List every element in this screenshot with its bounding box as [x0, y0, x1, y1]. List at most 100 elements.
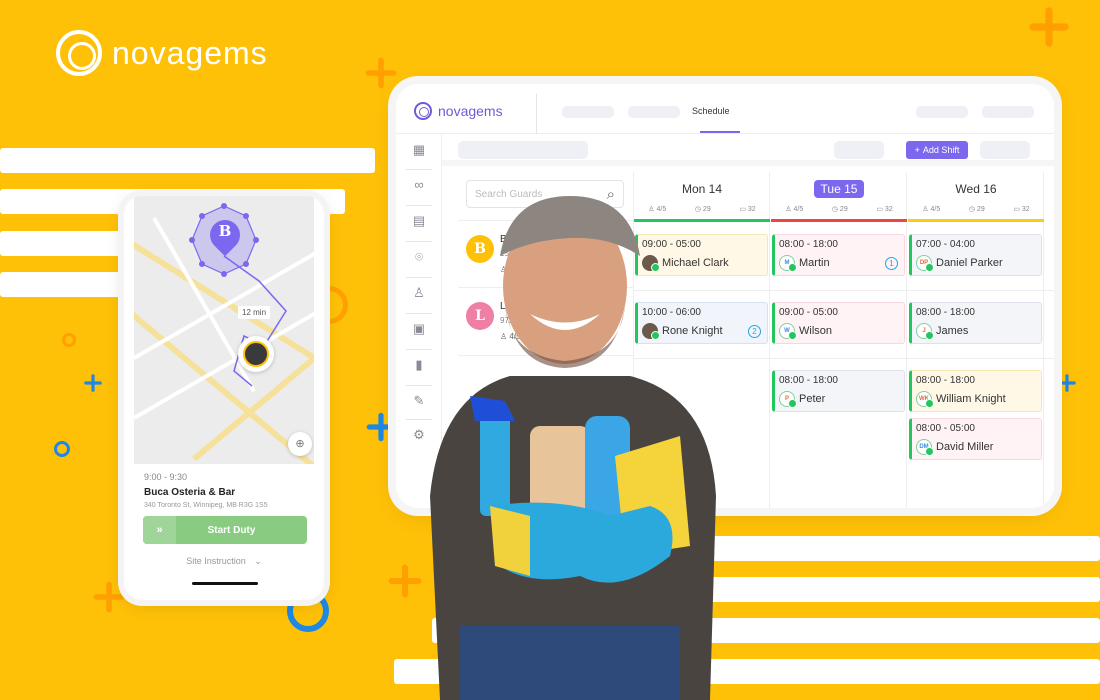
- guard-initials-avatar: DP: [916, 255, 934, 272]
- day-label-text: Wed 16: [955, 182, 997, 196]
- dashboard-icon[interactable]: ▦: [411, 142, 427, 158]
- map-view[interactable]: B 12 min ⊕: [134, 196, 314, 464]
- day-label-text: Mon 14: [681, 182, 723, 196]
- pin-letter: B: [218, 222, 232, 240]
- shift-count: ▭ 32: [739, 205, 755, 213]
- shift-count-value: 32: [884, 206, 893, 213]
- shift-count-value: 32: [747, 206, 756, 213]
- mobile-phone-mockup: B 12 min ⊕ 9:00 - 9:30 Buca Osteria & Ba…: [124, 196, 324, 600]
- sparkle-icon: [366, 412, 396, 442]
- guard-name: Martin: [799, 257, 830, 269]
- eta-label: 12 min: [238, 306, 271, 319]
- add-shift-label: Add Shift: [922, 145, 960, 155]
- tab-schedule[interactable]: Schedule: [692, 106, 730, 116]
- binoculars-icon[interactable]: ∞: [411, 177, 427, 193]
- nav-tab-placeholder[interactable]: [628, 106, 680, 118]
- filter-placeholder[interactable]: [458, 141, 588, 159]
- decor-bar: [700, 536, 1100, 561]
- staff-count: ♙ 4/5: [785, 205, 803, 213]
- shift-time: 08:00 - 18:00: [916, 375, 975, 386]
- staff-count-value: 4/5: [930, 206, 941, 213]
- decor-ring: [62, 333, 76, 347]
- shift-card[interactable]: 08:00 - 18:00 P Peter: [772, 370, 905, 412]
- header-placeholder[interactable]: [916, 106, 968, 118]
- day-label: Wed 16: [908, 182, 1044, 196]
- recenter-button[interactable]: ⊕: [288, 432, 312, 456]
- brand-name: novagems: [112, 34, 268, 71]
- toolbar-placeholder[interactable]: [980, 141, 1030, 159]
- staff-count: ♙ 4/5: [922, 205, 940, 213]
- calendar-icon: ▭: [876, 206, 883, 213]
- sparkle-icon: [1029, 7, 1069, 47]
- site-name: Buca Osteria & Bar: [144, 487, 236, 498]
- guard-initials-avatar: W: [779, 323, 797, 340]
- guard-location-avatar: [238, 336, 274, 372]
- hours-count: ◷ 29: [969, 205, 985, 213]
- day-header[interactable]: Tue 15 ♙ 4/5 ◷ 29 ▭ 32: [771, 172, 907, 222]
- clock-icon: ◷: [831, 206, 838, 213]
- user-icon: ♙: [922, 206, 929, 213]
- shift-time: 07:00 - 04:00: [916, 239, 975, 250]
- shift-time: 09:00 - 05:00: [779, 307, 838, 318]
- shift-card[interactable]: 09:00 - 05:00 W Wilson: [772, 302, 905, 344]
- site-instruction-label: Site Instruction: [186, 556, 246, 566]
- sparkle-icon: [1058, 374, 1076, 392]
- calendar-icon: ▭: [739, 206, 746, 213]
- shift-card[interactable]: 07:00 - 04:00 DP Daniel Parker: [909, 234, 1042, 276]
- sparkle-icon: [93, 581, 125, 613]
- start-duty-button[interactable]: » Start Duty: [143, 516, 307, 544]
- guard-name: Peter: [799, 393, 826, 405]
- day-stats: ♙ 4/5 ◷ 29 ▭ 32: [771, 205, 907, 213]
- logo-icon: [56, 30, 102, 76]
- decor-bar: [0, 148, 375, 173]
- guard-initials-avatar: M: [779, 255, 797, 272]
- shift-time: 08:00 - 05:00: [916, 423, 975, 434]
- site-address: 340 Toronto St, Winnipeg, MB R3G 1S5: [144, 502, 268, 509]
- shift-count-value: 32: [1021, 206, 1030, 213]
- app-header: novagems Schedule: [396, 84, 1054, 134]
- plus-icon: +: [914, 145, 920, 155]
- add-shift-button[interactable]: + Add Shift: [906, 141, 968, 159]
- shift-card[interactable]: 08:00 - 05:00 DM David Miller: [909, 418, 1042, 460]
- double-chevron-icon: »: [143, 516, 176, 544]
- shift-card[interactable]: 08:00 - 18:00 J James: [909, 302, 1042, 344]
- shift-card[interactable]: 08:00 - 18:00 WK William Knight: [909, 370, 1042, 412]
- notification-badge[interactable]: 1: [885, 257, 898, 270]
- decor-bar: [0, 272, 130, 297]
- toolbar-placeholder[interactable]: [834, 141, 884, 159]
- home-indicator: [192, 582, 258, 585]
- hours-value: 29: [976, 206, 985, 213]
- day-stats: ♙ 4/5 ◷ 29 ▭ 32: [908, 205, 1044, 213]
- nav-tab-placeholder[interactable]: [562, 106, 614, 118]
- guard-initials-avatar: J: [916, 323, 934, 340]
- day-header[interactable]: Wed 16 ♙ 4/5 ◷ 29 ▭ 32: [908, 172, 1044, 222]
- cleaner-person-image: [430, 196, 716, 700]
- day-label: Mon 14: [634, 182, 770, 196]
- day-label-text: Tue 15: [813, 180, 865, 198]
- app-logo-text: novagems: [438, 103, 503, 119]
- site-instruction-toggle[interactable]: Site Instruction ⌄: [124, 556, 324, 567]
- guard-name: Daniel Parker: [936, 257, 1003, 269]
- header-placeholder[interactable]: [982, 106, 1034, 118]
- day-label: Tue 15: [771, 180, 907, 198]
- decor-ring: [54, 441, 70, 457]
- shift-count: ▭ 32: [876, 205, 892, 213]
- brand-logo: novagems: [56, 30, 268, 76]
- notification-badge[interactable]: 2: [748, 325, 761, 338]
- day-column: Wed 16 ♙ 4/5 ◷ 29 ▭ 32 07:00 - 04:00 DP D…: [908, 172, 1044, 508]
- shift-time: 08:00 - 18:00: [779, 375, 838, 386]
- sparkle-icon: [84, 374, 102, 392]
- shift-info: 9:00 - 9:30 Buca Osteria & Bar 340 Toron…: [144, 472, 314, 509]
- chevron-down-icon: ⌄: [254, 556, 262, 566]
- guard-name: William Knight: [936, 393, 1006, 405]
- sparkle-icon: [388, 564, 422, 598]
- shift-card[interactable]: 08:00 - 18:00 M Martin 1: [772, 234, 905, 276]
- hours-value: 29: [839, 206, 848, 213]
- logo-icon: [414, 102, 432, 120]
- sparkle-icon: [365, 57, 397, 89]
- shift-time: 08:00 - 18:00: [916, 307, 975, 318]
- shift-count: ▭ 32: [1013, 205, 1029, 213]
- calendar-icon: ▭: [1013, 206, 1020, 213]
- guard-name: David Miller: [936, 441, 994, 453]
- day-column: Tue 15 ♙ 4/5 ◷ 29 ▭ 32 08:00 - 18:00 M Ma…: [771, 172, 907, 508]
